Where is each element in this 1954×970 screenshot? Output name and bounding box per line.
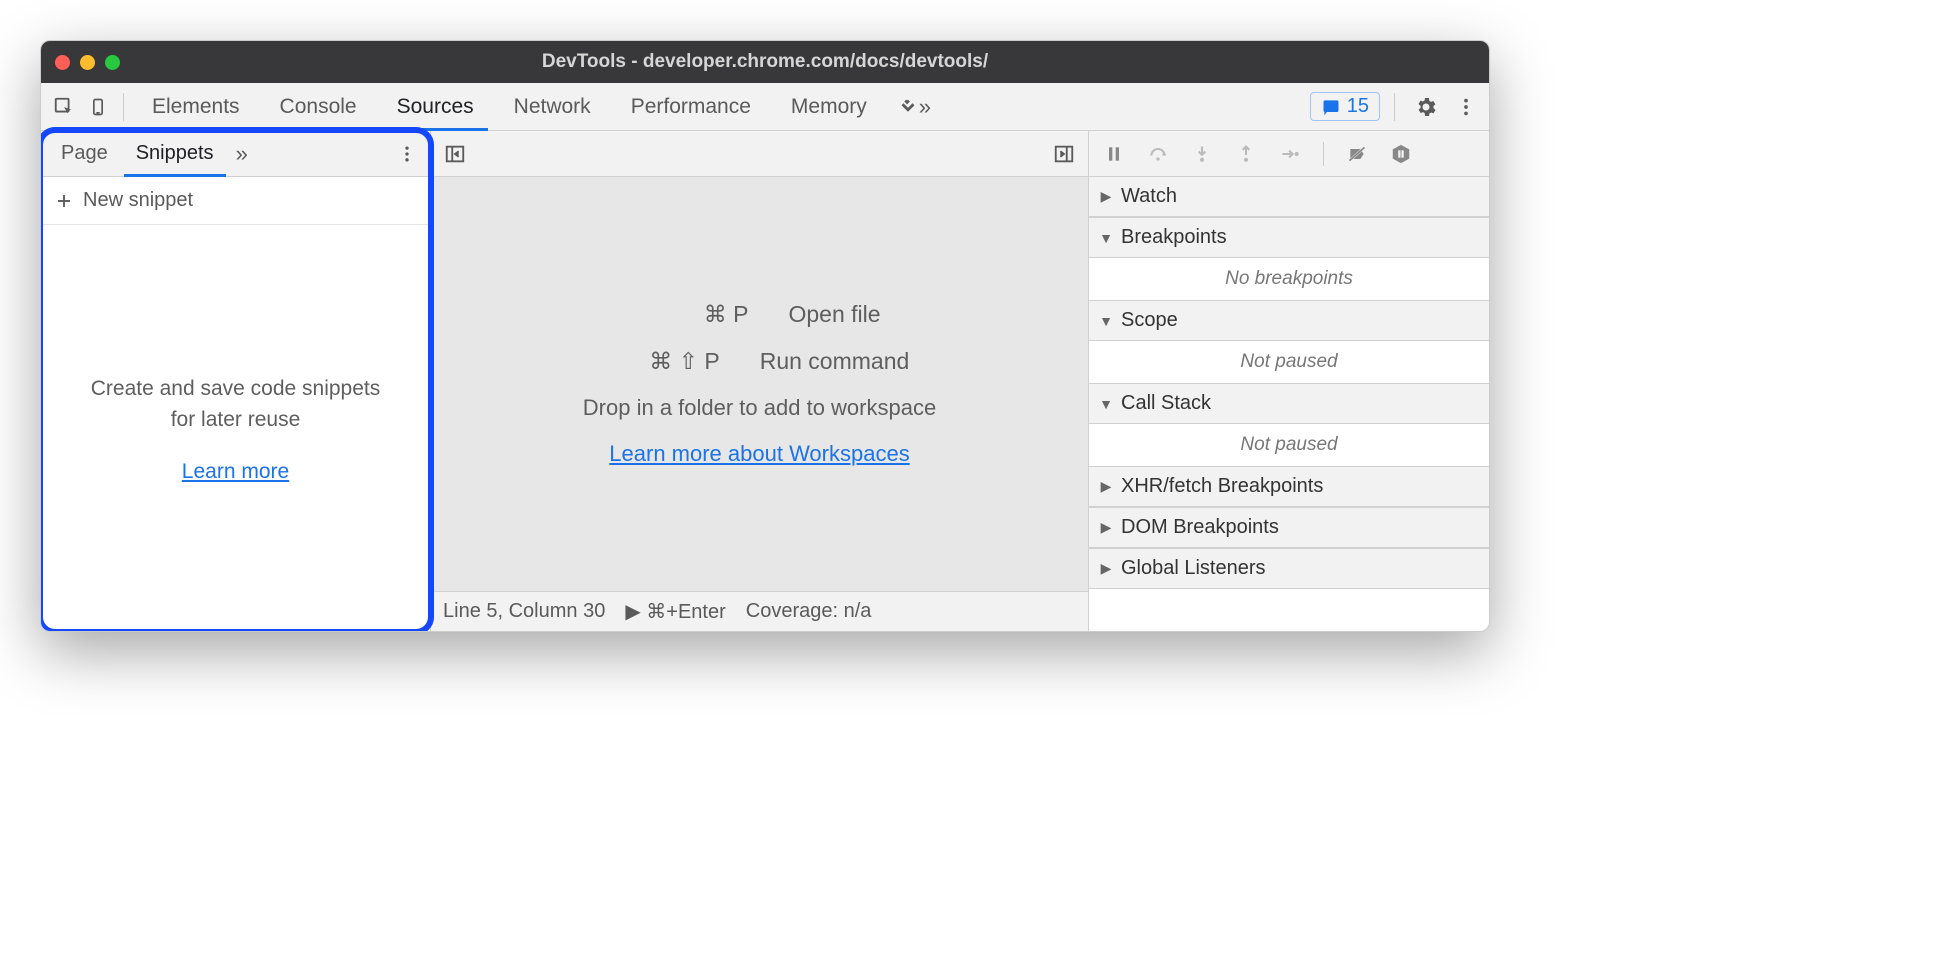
section-label: Global Listeners	[1121, 557, 1266, 580]
subtabs-overflow-icon[interactable]: »	[228, 131, 256, 176]
shortcut-row: ⌘ ⇧ P Run command	[610, 348, 910, 375]
tab-performance[interactable]: Performance	[611, 83, 771, 130]
debug-toolbar	[1089, 131, 1489, 177]
issues-counter[interactable]: 15	[1310, 92, 1380, 121]
run-shortcut[interactable]: ▶ ⌘+Enter	[625, 599, 725, 624]
triangle-right-icon: ▶	[1099, 188, 1113, 205]
tabs-overflow-icon[interactable]: »	[887, 83, 941, 130]
navigator-kebab-icon[interactable]	[390, 137, 424, 171]
section-header-breakpoints[interactable]: ▼ Breakpoints	[1089, 217, 1489, 258]
new-snippet-button[interactable]: New snippet	[41, 177, 430, 225]
section-label: Breakpoints	[1121, 226, 1227, 249]
section-label: Call Stack	[1121, 392, 1211, 415]
separator	[123, 93, 124, 121]
shortcut-label: Open file	[788, 301, 880, 328]
devtools-window: DevTools - developer.chrome.com/docs/dev…	[40, 40, 1490, 632]
section-header-call-stack[interactable]: ▼ Call Stack	[1089, 383, 1489, 424]
tab-label: Elements	[152, 95, 240, 119]
tab-label: Sources	[397, 95, 474, 119]
section-header-dom-breakpoints[interactable]: ▶ DOM Breakpoints	[1089, 507, 1489, 548]
section-header-watch[interactable]: ▶ Watch	[1089, 177, 1489, 217]
subtab-page[interactable]: Page	[47, 131, 122, 176]
triangle-down-icon: ▼	[1099, 313, 1113, 329]
tab-network[interactable]: Network	[494, 83, 611, 130]
separator	[1323, 142, 1324, 166]
coverage-status: Coverage: n/a	[746, 600, 872, 623]
deactivate-breakpoints-icon[interactable]	[1342, 139, 1372, 169]
pause-on-exceptions-icon[interactable]	[1386, 139, 1416, 169]
triangle-right-icon: ▶	[1099, 560, 1113, 577]
tab-console[interactable]: Console	[260, 83, 377, 130]
subtab-label: Page	[61, 142, 108, 165]
navigator-tabs: Page Snippets »	[41, 131, 430, 177]
tab-label: Memory	[791, 95, 867, 119]
settings-gear-icon[interactable]	[1409, 90, 1443, 124]
section-label: XHR/fetch Breakpoints	[1121, 475, 1323, 498]
section-body: Not paused	[1089, 341, 1489, 383]
subtab-snippets[interactable]: Snippets	[122, 131, 228, 176]
window-title: DevTools - developer.chrome.com/docs/dev…	[55, 51, 1475, 73]
close-window-button[interactable]	[55, 55, 70, 70]
new-snippet-label: New snippet	[83, 189, 193, 212]
minimize-window-button[interactable]	[80, 55, 95, 70]
show-navigator-icon[interactable]	[441, 140, 469, 168]
body: Page Snippets » New snippet Create and s…	[41, 131, 1489, 631]
section-body: No breakpoints	[1089, 258, 1489, 300]
snippets-empty-state: Create and save code snippets for later …	[41, 225, 430, 631]
shortcut-keys: ⌘ ⇧ P	[610, 348, 720, 375]
editor-pane: ⌘ P Open file ⌘ ⇧ P Run command Drop in …	[431, 131, 1089, 631]
device-toggle-icon[interactable]	[81, 90, 115, 124]
empty-text: Create and save code snippets for later …	[81, 373, 390, 436]
section-header-global-listeners[interactable]: ▶ Global Listeners	[1089, 548, 1489, 589]
learn-more-link[interactable]: Learn more	[182, 460, 289, 484]
titlebar: DevTools - developer.chrome.com/docs/dev…	[41, 41, 1489, 83]
step-out-icon[interactable]	[1231, 139, 1261, 169]
triangle-right-icon: ▶	[1099, 478, 1113, 495]
editor-statusbar: Line 5, Column 30 ▶ ⌘+Enter Coverage: n/…	[431, 591, 1088, 631]
triangle-down-icon: ▼	[1099, 396, 1113, 412]
subtab-label: Snippets	[136, 142, 214, 165]
editor-empty-state: ⌘ P Open file ⌘ ⇧ P Run command Drop in …	[431, 177, 1088, 591]
step-over-icon[interactable]	[1143, 139, 1173, 169]
debugger-pane: ▶ Watch ▼ Breakpoints No breakpoints ▼ Scope No…	[1089, 131, 1489, 631]
tab-label: Network	[514, 95, 591, 119]
inspect-element-icon[interactable]	[47, 90, 81, 124]
triangle-down-icon: ▼	[1099, 230, 1113, 246]
traffic-lights	[55, 55, 120, 70]
tab-label: Console	[280, 95, 357, 119]
section-label: Watch	[1121, 185, 1177, 208]
debug-sections: ▶ Watch ▼ Breakpoints No breakpoints ▼ Scope No…	[1089, 177, 1489, 589]
shortcut-keys: ⌘ P	[638, 301, 748, 328]
section-header-xhr-fetch-breakpoints[interactable]: ▶ XHR/fetch Breakpoints	[1089, 466, 1489, 507]
kebab-menu-icon[interactable]	[1449, 90, 1483, 124]
section-label: DOM Breakpoints	[1121, 516, 1279, 539]
main-toolbar: Elements Console Sources Network Perform…	[41, 83, 1489, 131]
tab-memory[interactable]: Memory	[771, 83, 887, 130]
tab-sources[interactable]: Sources	[377, 83, 494, 130]
step-icon[interactable]	[1275, 139, 1305, 169]
section-header-scope[interactable]: ▼ Scope	[1089, 300, 1489, 341]
tab-elements[interactable]: Elements	[132, 83, 260, 130]
zoom-window-button[interactable]	[105, 55, 120, 70]
tab-label: Performance	[631, 95, 751, 119]
step-into-icon[interactable]	[1187, 139, 1217, 169]
workspace-drop-text: Drop in a folder to add to workspace	[583, 395, 936, 421]
separator	[1394, 93, 1395, 121]
shortcut-row: ⌘ P Open file	[638, 301, 880, 328]
shortcut-label: Run command	[760, 348, 910, 375]
cursor-position: Line 5, Column 30	[443, 600, 605, 623]
section-label: Scope	[1121, 309, 1178, 332]
workspaces-learn-more-link[interactable]: Learn more about Workspaces	[609, 441, 909, 467]
editor-tabbar	[431, 131, 1088, 177]
issues-count: 15	[1347, 95, 1369, 118]
show-debugger-icon[interactable]	[1050, 140, 1078, 168]
navigator-pane: Page Snippets » New snippet Create and s…	[41, 131, 431, 631]
pause-icon[interactable]	[1099, 139, 1129, 169]
main-tabs: Elements Console Sources Network Perform…	[132, 83, 1310, 130]
triangle-right-icon: ▶	[1099, 519, 1113, 536]
section-body: Not paused	[1089, 424, 1489, 466]
